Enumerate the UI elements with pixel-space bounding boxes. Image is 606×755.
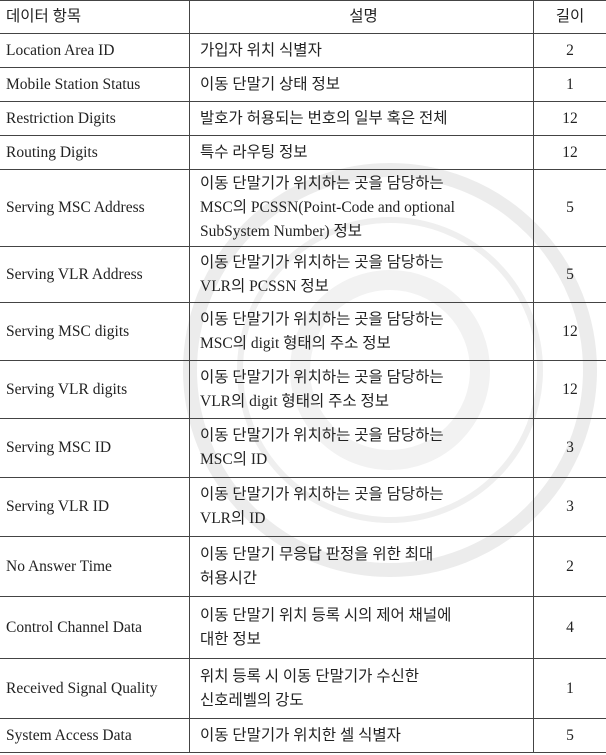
table-row: Routing Digits 특수 라우팅 정보 12	[0, 135, 606, 170]
table-row: Location Area ID 가입자 위치 식별자 2	[0, 33, 606, 68]
table-row: Mobile Station Status 이동 단말기 상태 정보 1	[0, 67, 606, 102]
item-length: 3	[533, 477, 606, 537]
description-line: 대한 정보	[200, 630, 261, 648]
item-length: 2	[533, 536, 606, 597]
item-length: 1	[533, 67, 606, 102]
description-line: MSC의 digit 형태의 주소 정보	[200, 334, 391, 352]
item-length: 12	[533, 302, 606, 361]
description-line: MSC의 PCSSN(Point-Code and optional	[200, 199, 455, 216]
table-row: Serving VLR Address 이동 단말기가 위치하는 곳을 담당하는 V…	[0, 246, 606, 303]
description-line: 이동 단말기 무응답 판정을 위한 최대	[200, 545, 434, 563]
item-name: Control Channel Data	[0, 596, 190, 659]
item-description: 이동 단말기 상태 정보	[189, 67, 534, 102]
table-row: Restriction Digits 발호가 허용되는 번호의 일부 혹은 전체 1…	[0, 101, 606, 136]
item-length: 12	[533, 135, 606, 170]
table-row: Serving MSC ID 이동 단말기가 위치하는 곳을 담당하는 MSC의 I…	[0, 418, 606, 478]
table-row: Control Channel Data 이동 단말기 위치 등록 시의 제어 채…	[0, 596, 606, 659]
description-line: MSC의 ID	[200, 451, 268, 468]
item-length: 12	[533, 360, 606, 419]
item-description: 이동 단말기 무응답 판정을 위한 최대허용시간	[189, 536, 534, 597]
table-row: No Answer Time 이동 단말기 무응답 판정을 위한 최대 허용시간 2	[0, 536, 606, 597]
header-item: 데이터 항목	[0, 0, 190, 34]
item-description: 가입자 위치 식별자	[189, 33, 534, 68]
item-length: 5	[533, 246, 606, 303]
description-line: 이동 단말기가 위치하는 곳을 담당하는	[200, 486, 444, 503]
item-length: 2	[533, 33, 606, 68]
item-description: 이동 단말기가 위치하는 곳을 담당하는 MSC의 PCSSN(Point-Cod…	[189, 169, 534, 247]
table-header-row: 데이터 항목 설명 길이	[0, 0, 606, 34]
description-line: VLR의 PCSSN 정보	[200, 277, 329, 295]
item-length: 5	[533, 169, 606, 247]
description-line: 이동 단말기가 위치한 셀 식별자	[200, 726, 401, 744]
header-description: 설명	[189, 0, 534, 34]
description-line: 특수 라우팅 정보	[200, 143, 308, 161]
table-row: Serving MSC Address 이동 단말기가 위치하는 곳을 담당하는 M…	[0, 169, 606, 247]
description-line: VLR의 digit 형태의 주소 정보	[200, 392, 389, 410]
item-length: 1	[533, 658, 606, 719]
description-line: 이동 단말기가 위치하는 곳을 담당하는	[200, 310, 444, 328]
description-line: 허용시간	[200, 569, 258, 587]
table-row: Serving MSC digits 이동 단말기가 위치하는 곳을 담당하는 MS…	[0, 302, 606, 361]
description-line: VLR의 ID	[200, 510, 266, 527]
item-description: 이동 단말기가 위치하는 곳을 담당하는 VLR의 digit 형태의 주소 정보	[189, 360, 534, 419]
item-name: Serving MSC digits	[0, 302, 190, 361]
item-length: 4	[533, 596, 606, 659]
item-description: 이동 단말기가 위치하는 곳을 담당하는 MSC의 digit 형태의 주소 정보	[189, 302, 534, 361]
item-name: Serving MSC ID	[0, 418, 190, 478]
table-row: Received Signal Quality 위치 등록 시 이동 단말기가 수…	[0, 658, 606, 719]
item-length: 12	[533, 101, 606, 136]
item-name: Serving VLR digits	[0, 360, 190, 419]
description-line: 위치 등록 시 이동 단말기가 수신한	[200, 667, 420, 685]
item-name: Received Signal Quality	[0, 658, 190, 719]
description-line: SubSystem Number) 정보	[200, 223, 362, 240]
item-name: Mobile Station Status	[0, 67, 190, 102]
item-description: 위치 등록 시 이동 단말기가 수신한신호레벨의 강도	[189, 658, 534, 719]
description-line: 이동 단말기 위치 등록 시의 제어 채널에	[200, 606, 452, 624]
item-length: 3	[533, 418, 606, 478]
item-description: 이동 단말기가 위치하는 곳을 담당하는 VLR의 ID	[189, 477, 534, 537]
description-line: 발호가 허용되는 번호의 일부 혹은 전체	[200, 109, 448, 127]
description-line: 이동 단말기가 위치하는 곳을 담당하는	[200, 253, 444, 271]
description-line: 이동 단말기가 위치하는 곳을 담당하는	[200, 427, 444, 444]
item-name: Serving VLR Address	[0, 246, 190, 303]
item-length: 5	[533, 718, 606, 753]
table-row: System Access Data 이동 단말기가 위치한 셀 식별자 5	[0, 718, 606, 753]
data-items-table: 데이터 항목 설명 길이 Location Area ID 가입자 위치 식별자 2…	[0, 0, 606, 753]
description-line: 가입자 위치 식별자	[200, 41, 322, 59]
item-description: 이동 단말기가 위치하는 곳을 담당하는 MSC의 ID	[189, 418, 534, 478]
item-description: 이동 단말기 위치 등록 시의 제어 채널에대한 정보	[189, 596, 534, 659]
item-description: 이동 단말기가 위치하는 곳을 담당하는 VLR의 PCSSN 정보	[189, 246, 534, 303]
table-row: Serving VLR digits 이동 단말기가 위치하는 곳을 담당하는 VL…	[0, 360, 606, 419]
item-name: Serving VLR ID	[0, 477, 190, 537]
table-row: Serving VLR ID 이동 단말기가 위치하는 곳을 담당하는 VLR의 I…	[0, 477, 606, 537]
item-description: 이동 단말기가 위치한 셀 식별자	[189, 718, 534, 753]
item-name: Routing Digits	[0, 135, 190, 170]
item-name: System Access Data	[0, 718, 190, 753]
item-description: 발호가 허용되는 번호의 일부 혹은 전체	[189, 101, 534, 136]
description-line: 이동 단말기 상태 정보	[200, 75, 340, 93]
item-name: Restriction Digits	[0, 101, 190, 136]
header-length: 길이	[533, 0, 606, 34]
description-line: 신호레벨의 강도	[200, 691, 304, 709]
item-description: 특수 라우팅 정보	[189, 135, 534, 170]
item-name: Serving MSC Address	[0, 169, 190, 247]
item-name: Location Area ID	[0, 33, 190, 68]
item-name: No Answer Time	[0, 536, 190, 597]
description-line: 이동 단말기가 위치하는 곳을 담당하는	[200, 368, 444, 386]
description-line: 이동 단말기가 위치하는 곳을 담당하는	[200, 175, 444, 192]
